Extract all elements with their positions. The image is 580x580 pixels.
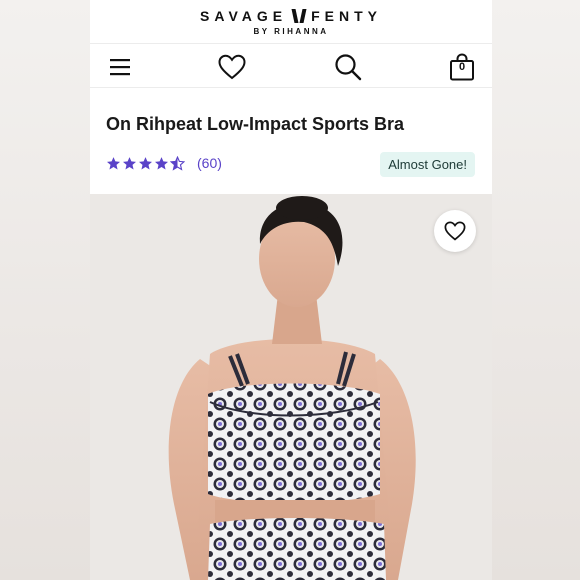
stock-status-badge: Almost Gone! [380,152,475,177]
brand-name-left: SAVAGE [200,7,288,24]
search-icon [335,54,362,81]
star-filled-icon [107,156,120,169]
star-filled-icon [139,156,152,169]
menu-button[interactable] [104,52,136,82]
product-rating[interactable]: (60) [106,155,222,171]
bag-count: 0 [458,61,466,73]
review-count-link[interactable]: (60) [197,155,222,171]
brand-logo: SAVAGE FENTY [200,8,382,24]
product-image[interactable] [90,194,492,580]
top-nav: 0 [90,44,492,88]
wishlist-button[interactable] [216,52,248,82]
star-filled-icon [155,156,168,169]
heart-outline-icon [444,221,466,241]
search-button[interactable] [332,52,364,82]
background-left [0,0,90,580]
hamburger-menu-icon [110,59,130,76]
background-right [492,0,580,580]
shopping-bag-button[interactable]: 0 [446,52,478,82]
brand-subtitle: BY RIHANNA [253,26,329,36]
product-title: On Rihpeat Low-Impact Sports Bra [106,114,405,134]
brand-mark-icon [293,9,305,23]
star-filled-icon [123,156,136,169]
brand-header[interactable]: SAVAGE FENTY BY RIHANNA [90,0,492,44]
star-half-icon [170,155,185,171]
model-photo [90,194,492,580]
heart-outline-icon [218,54,246,80]
add-to-wishlist-button[interactable] [434,210,476,252]
brand-name-right: FENTY [311,7,382,24]
phone-screen: SAVAGE FENTY BY RIHANNA 0 On Rihpeat Low… [90,0,492,580]
